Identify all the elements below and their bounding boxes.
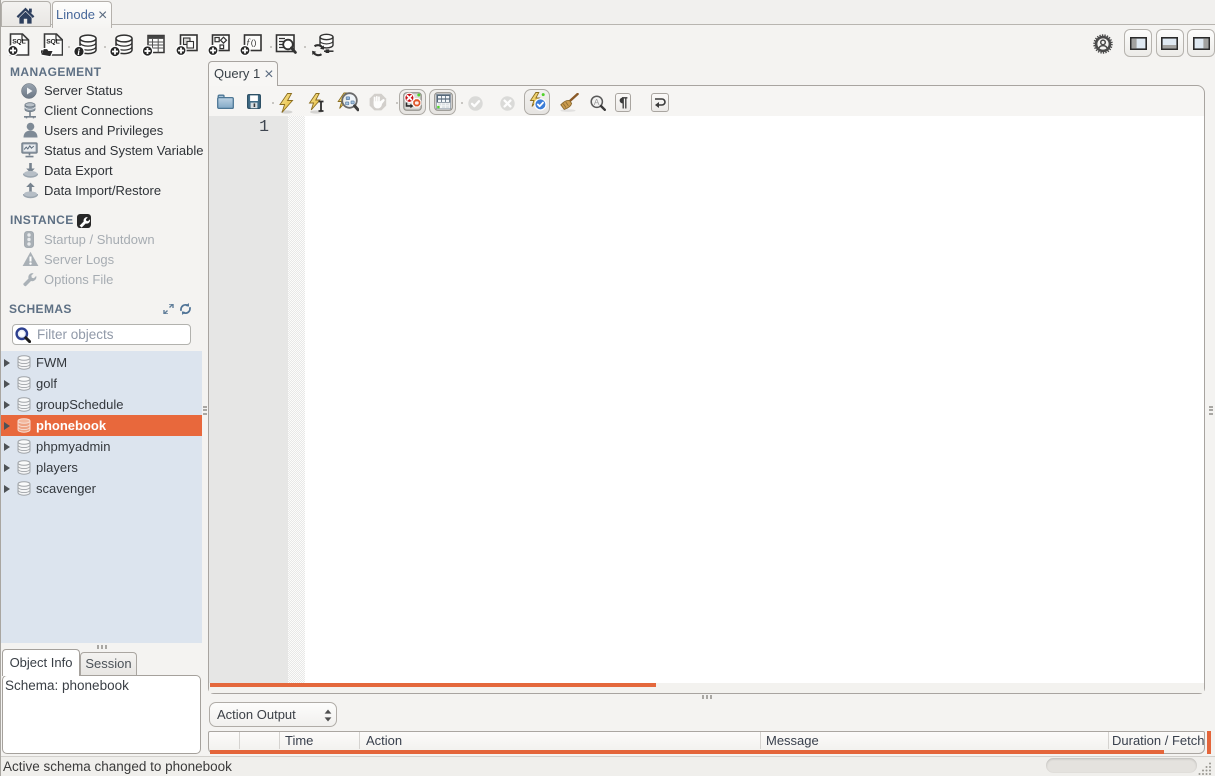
svg-text:SQL: SQL <box>12 39 25 46</box>
svg-text:SQL: SQL <box>46 39 59 46</box>
svg-text:A: A <box>594 97 600 107</box>
svg-text:(): () <box>251 38 257 48</box>
